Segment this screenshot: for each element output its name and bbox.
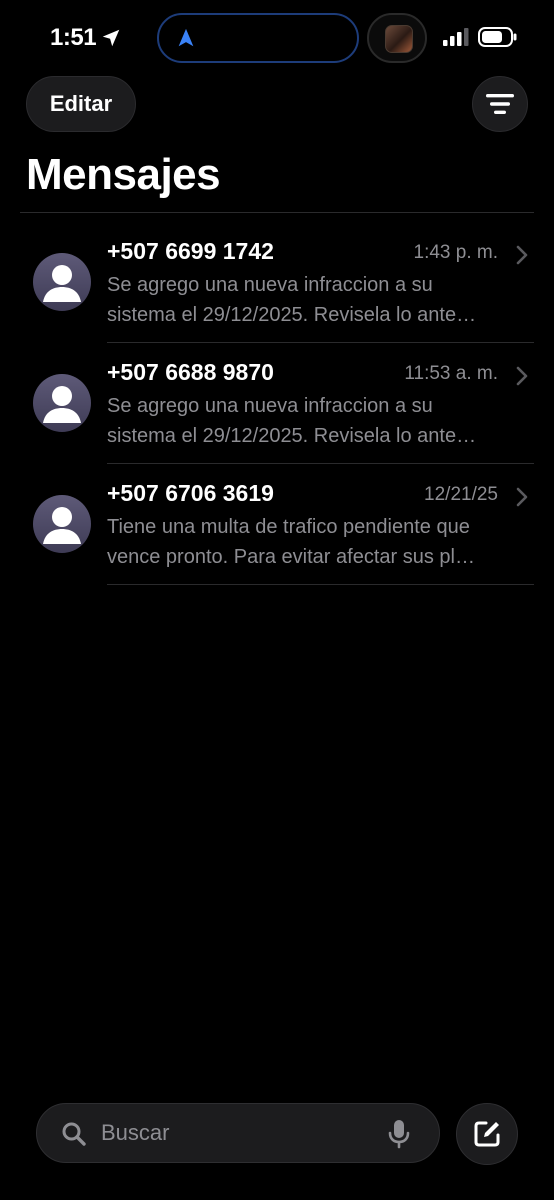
page-title: Mensajes — [26, 150, 221, 199]
person-icon — [43, 386, 81, 423]
conversation-time: 12/21/25 — [424, 484, 498, 505]
preview-line: sistema el 29/12/2025. Revisela lo ante… — [107, 425, 477, 447]
avatar — [33, 374, 91, 432]
conversation-preview: Se agrego una nueva infraccion a su sist… — [107, 270, 527, 330]
live-activity-media[interactable] — [367, 13, 427, 63]
divider — [107, 584, 534, 585]
chevron-right-icon — [516, 245, 528, 265]
conversation-sender: +507 6699 1742 — [107, 238, 274, 264]
preview-line: Se agrego una nueva infraccion a su — [107, 395, 433, 417]
person-icon — [43, 507, 81, 544]
compose-icon — [474, 1121, 500, 1147]
avatar — [33, 495, 91, 553]
person-icon — [43, 265, 81, 302]
dynamic-island[interactable] — [157, 13, 359, 63]
conversation-preview: Se agrego una nueva infraccion a su sist… — [107, 391, 527, 451]
conversation-sender: +507 6706 3619 — [107, 480, 274, 506]
conversation-row[interactable]: +507 6699 1742 1:43 p. m. Se agrego una … — [0, 222, 554, 343]
navigation-icon — [178, 28, 194, 47]
conversation-sender: +507 6688 9870 — [107, 359, 274, 385]
conversation-row[interactable]: +507 6706 3619 12/21/25 Tiene una multa … — [0, 464, 554, 585]
preview-line: Tiene una multa de trafico pendiente que — [107, 516, 470, 538]
battery-icon — [478, 27, 517, 47]
divider — [20, 212, 534, 213]
conversation-row[interactable]: +507 6688 9870 11:53 a. m. Se agrego una… — [0, 343, 554, 464]
search-icon — [62, 1122, 86, 1146]
search-bar[interactable] — [36, 1103, 440, 1163]
status-time: 1:51 — [50, 24, 97, 51]
preview-line: vence pronto. Para evitar afectar sus pl… — [107, 546, 475, 568]
compose-button[interactable] — [456, 1103, 518, 1165]
chevron-right-icon — [516, 366, 528, 386]
media-thumbnail — [385, 25, 413, 53]
conversation-time: 11:53 a. m. — [404, 363, 498, 384]
conversation-list: +507 6699 1742 1:43 p. m. Se agrego una … — [0, 222, 554, 585]
cellular-signal-icon — [443, 28, 469, 46]
preview-line: Se agrego una nueva infraccion a su — [107, 274, 433, 296]
conversation-time: 1:43 p. m. — [413, 242, 499, 263]
edit-button[interactable]: Editar — [26, 76, 136, 132]
chevron-right-icon — [516, 487, 528, 507]
filter-button[interactable] — [472, 76, 528, 132]
filter-icon — [486, 94, 514, 114]
preview-line: sistema el 29/12/2025. Revisela lo ante… — [107, 304, 477, 326]
location-arrow-icon — [102, 29, 120, 47]
microphone-icon[interactable] — [387, 1119, 411, 1149]
avatar — [33, 253, 91, 311]
conversation-preview: Tiene una multa de trafico pendiente que… — [107, 512, 527, 572]
status-bar: 1:51 — [0, 0, 554, 76]
search-input[interactable] — [101, 1104, 371, 1162]
